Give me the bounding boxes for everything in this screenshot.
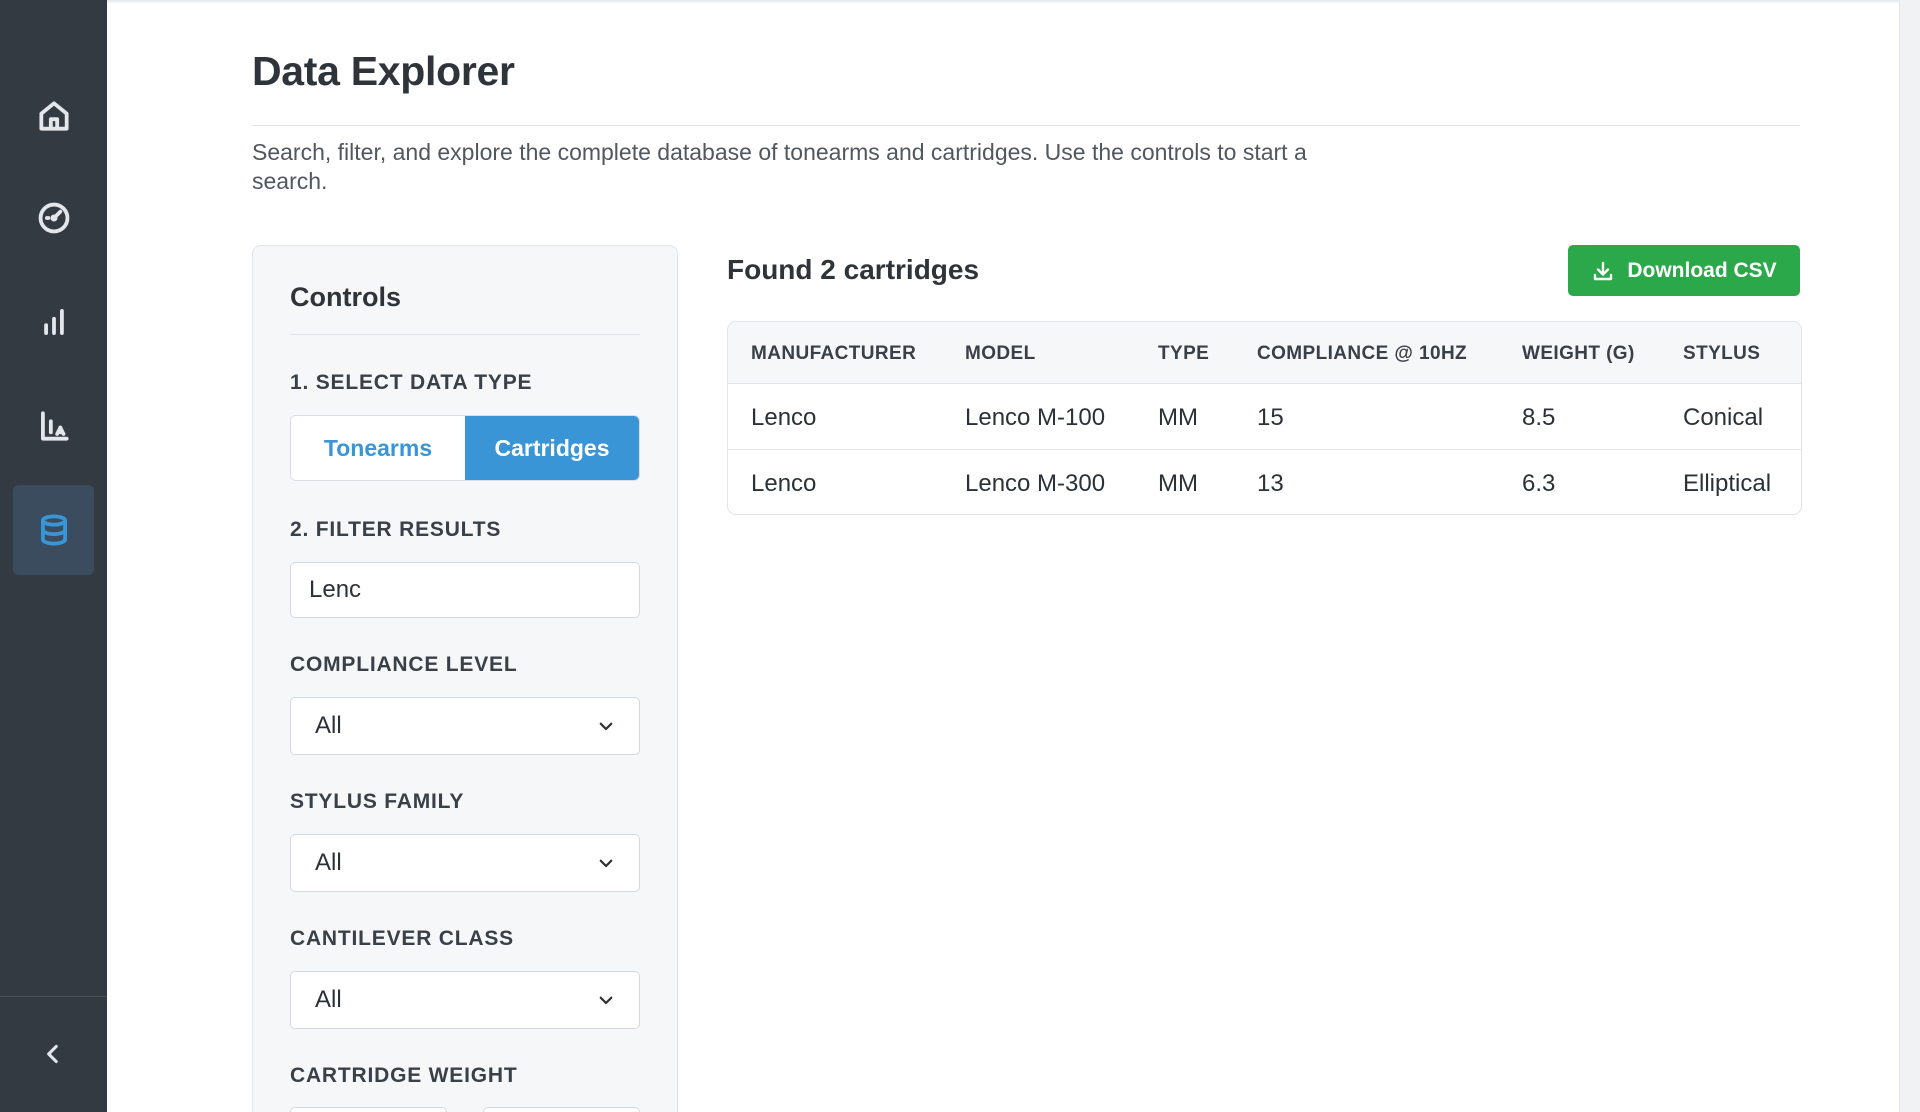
column-header-compliance[interactable]: COMPLIANCE @ 10HZ	[1257, 343, 1467, 365]
top-shadow	[107, 0, 1899, 4]
chevron-down-icon	[599, 996, 613, 1005]
title-divider	[252, 125, 1800, 126]
data-type-toggle: Tonearms Cartridges	[290, 415, 640, 481]
controls-panel: Controls 1. SELECT DATA TYPE Tonearms Ca…	[252, 245, 678, 1112]
results-title: Found 2 cartridges	[727, 254, 980, 285]
cell-manufacturer: Lenco	[751, 404, 817, 431]
cantilever-select[interactable]: All	[290, 971, 640, 1029]
weight-min-input[interactable]	[290, 1107, 447, 1112]
compliance-value: All	[315, 712, 342, 739]
column-header-manufacturer[interactable]: MANUFACTURER	[751, 343, 916, 365]
compliance-select[interactable]: All	[290, 697, 640, 755]
cell-compliance: 15	[1257, 404, 1284, 431]
stylus-value: All	[315, 849, 342, 876]
column-header-type[interactable]: TYPE	[1158, 343, 1209, 365]
download-csv-button[interactable]: Download CSV	[1568, 245, 1800, 296]
cell-weight: 6.3	[1522, 470, 1556, 497]
data-type-label: 1. SELECT DATA TYPE	[290, 371, 533, 394]
download-label: Download CSV	[1627, 258, 1777, 282]
download-icon	[1594, 261, 1613, 280]
sidebar-item-database[interactable]	[13, 485, 94, 575]
scrollbar[interactable]	[1899, 0, 1920, 1112]
cell-weight: 8.5	[1522, 404, 1556, 431]
cell-stylus: Conical	[1683, 404, 1764, 431]
filter-label: 2. FILTER RESULTS	[290, 518, 502, 541]
page-description: Search, filter, and explore the complete…	[252, 139, 1307, 194]
filter-input[interactable]: Lenc	[290, 562, 640, 618]
sidebar-divider	[0, 996, 107, 997]
sidebar	[0, 0, 107, 1112]
cartridges-button[interactable]: Cartridges	[465, 416, 639, 480]
column-header-model[interactable]: MODEL	[965, 343, 1036, 365]
column-header-weight[interactable]: WEIGHT (G)	[1522, 343, 1635, 365]
cantilever-value: All	[315, 986, 342, 1013]
sidebar-item-home[interactable]	[13, 71, 94, 161]
cell-stylus: Elliptical	[1683, 470, 1772, 497]
cantilever-label: CANTILEVER CLASS	[290, 927, 514, 950]
controls-title: Controls	[290, 282, 401, 312]
column-header-stylus[interactable]: STYLUS	[1683, 343, 1760, 365]
gauge-icon	[38, 202, 69, 234]
sidebar-item-chart-axes[interactable]	[13, 381, 94, 471]
table-row[interactable]: Lenco Lenco M-300 MM 13 6.3 Elliptical	[728, 450, 1801, 514]
weight-label: CARTRIDGE WEIGHT	[290, 1064, 518, 1087]
results-table: MANUFACTURER MODEL TYPE COMPLIANCE @ 10H…	[727, 321, 1802, 515]
chevron-down-icon	[599, 722, 613, 731]
stylus-select[interactable]: All	[290, 834, 640, 892]
weight-max-input[interactable]	[483, 1107, 640, 1112]
sidebar-item-gauge[interactable]	[13, 173, 94, 263]
controls-divider	[290, 334, 640, 335]
cell-compliance: 13	[1257, 470, 1284, 497]
collapse-sidebar-button[interactable]	[30, 1034, 76, 1074]
page-title: Data Explorer	[252, 48, 515, 94]
cell-model: Lenco M-100	[965, 404, 1106, 431]
home-icon	[38, 101, 69, 131]
sidebar-item-bar-chart[interactable]	[13, 277, 94, 367]
cell-manufacturer: Lenco	[751, 470, 817, 497]
table-header: MANUFACTURER MODEL TYPE COMPLIANCE @ 10H…	[728, 322, 1801, 384]
cell-model: Lenco M-300	[965, 470, 1106, 497]
chevron-down-icon	[599, 859, 613, 868]
chart-axes-icon	[40, 411, 69, 441]
bar-chart-icon	[43, 309, 64, 335]
database-icon	[40, 514, 67, 546]
tonearms-button[interactable]: Tonearms	[291, 416, 465, 480]
table-row[interactable]: Lenco Lenco M-100 MM 15 8.5 Conical	[728, 384, 1801, 450]
chevron-left-icon	[47, 1044, 58, 1064]
stylus-label: STYLUS FAMILY	[290, 790, 465, 813]
cell-type: MM	[1158, 404, 1198, 431]
cell-type: MM	[1158, 470, 1198, 497]
compliance-label: COMPLIANCE LEVEL	[290, 653, 518, 676]
